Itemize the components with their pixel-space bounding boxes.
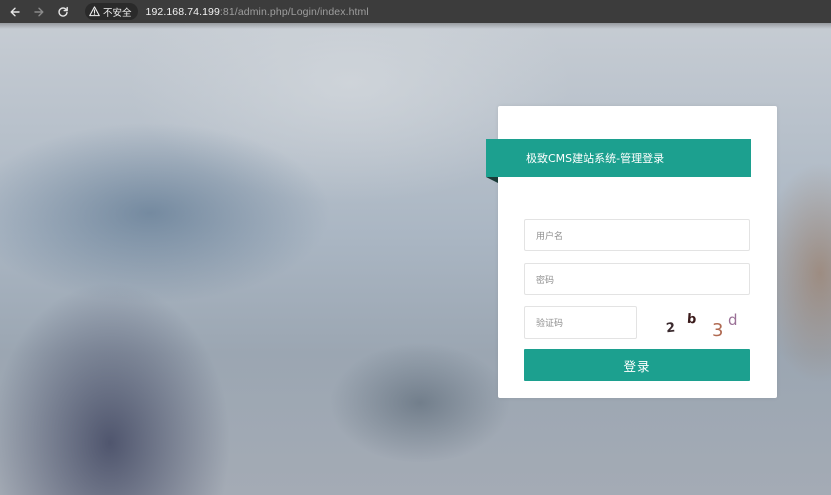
captcha-char-1: 2: [665, 321, 676, 337]
toolbar-shadow: [0, 23, 831, 29]
reload-icon[interactable]: [51, 2, 75, 22]
username-input[interactable]: 用户名: [524, 219, 750, 251]
url-text[interactable]: 192.168.74.199:81/admin.php/Login/index.…: [146, 6, 369, 18]
page-background: 极致CMS建站系统-管理登录 用户名 密码 验证码 2 b 3 d 登录: [0, 23, 831, 495]
captcha-placeholder: 验证码: [536, 319, 564, 329]
captcha-image[interactable]: 2 b 3 d: [658, 304, 748, 342]
captcha-input[interactable]: 验证码: [524, 306, 637, 339]
username-placeholder: 用户名: [536, 231, 564, 242]
address-bar[interactable]: 不安全 192.168.74.199:81/admin.php/Login/in…: [79, 2, 831, 22]
banner-fold: [486, 177, 498, 183]
url-path: :81/admin.php/Login/index.html: [219, 5, 369, 18]
security-label: 不安全: [103, 7, 132, 19]
browser-toolbar: 不安全 192.168.74.199:81/admin.php/Login/in…: [0, 0, 831, 23]
captcha-char-3: 3: [712, 320, 723, 341]
password-placeholder: 密码: [536, 275, 555, 286]
captcha-char-2: b: [686, 312, 696, 328]
password-input[interactable]: 密码: [524, 263, 750, 295]
forward-arrow-icon[interactable]: [27, 2, 51, 22]
url-host: 192.168.74.199: [145, 5, 220, 18]
login-card: 极致CMS建站系统-管理登录 用户名 密码 验证码 2 b 3 d 登录: [486, 106, 777, 398]
login-button-label: 登录: [623, 358, 651, 374]
login-title-banner: 极致CMS建站系统-管理登录: [486, 139, 751, 177]
login-title: 极致CMS建站系统-管理登录: [526, 152, 665, 165]
login-button[interactable]: 登录: [524, 349, 750, 381]
back-arrow-icon[interactable]: [3, 2, 27, 22]
captcha-char-4: d: [728, 311, 738, 329]
warning-icon: [89, 6, 100, 17]
security-indicator[interactable]: 不安全: [85, 3, 138, 20]
